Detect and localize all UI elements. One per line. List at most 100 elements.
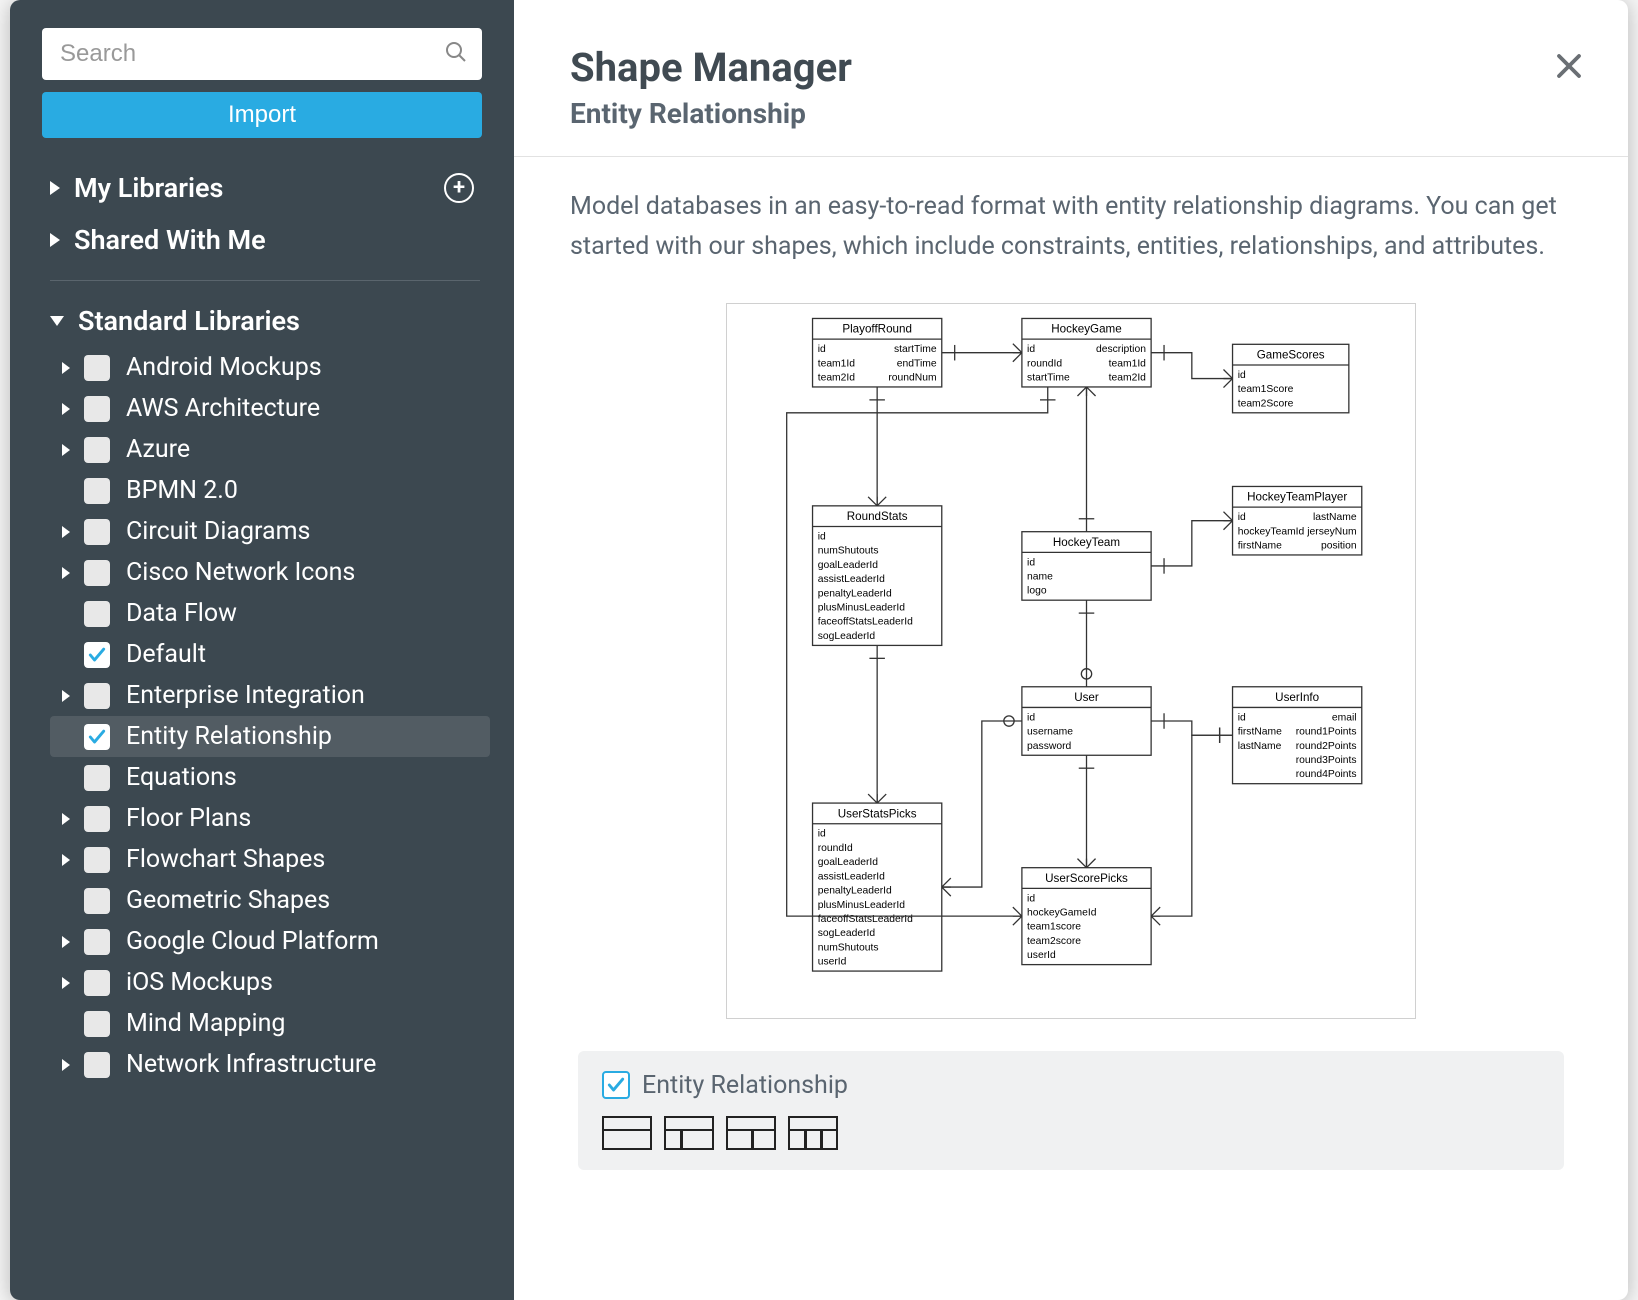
library-checkbox[interactable] — [84, 888, 110, 914]
svg-text:team1Id: team1Id — [1109, 358, 1147, 369]
library-description: Model databases in an easy-to-read forma… — [570, 187, 1572, 267]
entity-shape-2[interactable] — [664, 1116, 714, 1150]
svg-text:numShutouts: numShutouts — [818, 546, 879, 557]
main-header: Shape Manager Entity Relationship — [514, 0, 1628, 157]
svg-text:User: User — [1074, 691, 1099, 704]
library-checkbox[interactable] — [84, 642, 110, 668]
svg-text:jerseyNum: jerseyNum — [1306, 526, 1356, 537]
library-item[interactable]: Default — [50, 634, 490, 675]
svg-text:lastName: lastName — [1313, 512, 1357, 523]
entity-shape-4[interactable] — [788, 1116, 838, 1150]
library-item[interactable]: BPMN 2.0 — [50, 470, 490, 511]
chevron-right-icon — [62, 403, 70, 415]
library-checkbox[interactable] — [84, 847, 110, 873]
svg-text:penaltyLeaderId: penaltyLeaderId — [818, 588, 892, 599]
library-item[interactable]: Floor Plans — [50, 798, 490, 839]
search-input[interactable] — [42, 28, 482, 80]
main-body: Model databases in an easy-to-read forma… — [514, 157, 1628, 1300]
svg-text:round4Points: round4Points — [1296, 769, 1357, 780]
library-item[interactable]: Google Cloud Platform — [50, 921, 490, 962]
library-checkbox[interactable] — [84, 765, 110, 791]
import-button[interactable]: Import — [42, 92, 482, 138]
library-item[interactable]: Data Flow — [50, 593, 490, 634]
library-checkbox[interactable] — [84, 1052, 110, 1078]
svg-text:numShutouts: numShutouts — [818, 942, 879, 953]
entity-shape-1[interactable] — [602, 1116, 652, 1150]
svg-text:userId: userId — [1027, 950, 1056, 961]
entity-shape-3[interactable] — [726, 1116, 776, 1150]
library-checkbox[interactable] — [84, 724, 110, 750]
svg-text:team1Score: team1Score — [1238, 384, 1294, 395]
library-item[interactable]: Network Infrastructure — [50, 1044, 490, 1085]
add-library-icon[interactable]: + — [444, 173, 474, 203]
library-item[interactable]: iOS Mockups — [50, 962, 490, 1003]
library-label: Mind Mapping — [126, 1009, 285, 1038]
svg-text:team2Score: team2Score — [1238, 398, 1294, 409]
chevron-right-icon — [62, 1059, 70, 1071]
library-checkbox[interactable] — [84, 437, 110, 463]
library-item[interactable]: Equations — [50, 757, 490, 798]
svg-text:team2Id: team2Id — [818, 372, 856, 383]
library-item[interactable]: Flowchart Shapes — [50, 839, 490, 880]
svg-text:id: id — [1027, 893, 1035, 904]
svg-text:username: username — [1027, 727, 1073, 738]
svg-text:assistLeaderId: assistLeaderId — [818, 574, 885, 585]
library-checkbox[interactable] — [84, 929, 110, 955]
chevron-right-icon — [62, 936, 70, 948]
library-checkbox[interactable] — [84, 970, 110, 996]
svg-text:PlayoffRound: PlayoffRound — [842, 323, 912, 336]
shape-group-panel: Entity Relationship — [578, 1051, 1564, 1170]
svg-text:goalLeaderId: goalLeaderId — [818, 560, 879, 571]
search-box — [42, 28, 482, 80]
shape-group-title: Entity Relationship — [642, 1071, 848, 1100]
er-checkbox[interactable] — [602, 1071, 630, 1099]
library-checkbox[interactable] — [84, 560, 110, 586]
shared-with-me-group[interactable]: Shared With Me — [50, 214, 504, 266]
chevron-right-icon — [50, 233, 60, 247]
svg-text:hockeyTeamId: hockeyTeamId — [1238, 526, 1305, 537]
library-label: Google Cloud Platform — [126, 927, 379, 956]
library-item[interactable]: AWS Architecture — [50, 388, 490, 429]
library-label: iOS Mockups — [126, 968, 273, 997]
svg-text:firstName: firstName — [1238, 540, 1282, 551]
library-checkbox[interactable] — [84, 683, 110, 709]
library-checkbox[interactable] — [84, 478, 110, 504]
library-label: AWS Architecture — [126, 394, 320, 423]
close-button[interactable] — [1554, 48, 1584, 88]
library-item[interactable]: Circuit Diagrams — [50, 511, 490, 552]
library-checkbox[interactable] — [84, 396, 110, 422]
svg-text:hockeyGameId: hockeyGameId — [1027, 908, 1097, 919]
svg-text:lastName: lastName — [1238, 741, 1282, 752]
svg-text:UserStatsPicks: UserStatsPicks — [838, 807, 917, 820]
library-item[interactable]: Azure — [50, 429, 490, 470]
shape-manager-modal: Import My Libraries + Shared With Me Sta… — [10, 0, 1628, 1300]
library-item[interactable]: Android Mockups — [50, 347, 490, 388]
svg-text:UserInfo: UserInfo — [1275, 691, 1319, 704]
shared-with-me-label: Shared With Me — [74, 224, 266, 256]
library-checkbox[interactable] — [84, 1011, 110, 1037]
library-checkbox[interactable] — [84, 806, 110, 832]
library-checkbox[interactable] — [84, 355, 110, 381]
library-item[interactable]: Mind Mapping — [50, 1003, 490, 1044]
library-item[interactable]: Cisco Network Icons — [50, 552, 490, 593]
chevron-right-icon — [62, 854, 70, 866]
library-label: Geometric Shapes — [126, 886, 330, 915]
library-checkbox[interactable] — [84, 519, 110, 545]
library-label: Flowchart Shapes — [126, 845, 325, 874]
library-item[interactable]: Geometric Shapes — [50, 880, 490, 921]
svg-text:startTime: startTime — [894, 344, 937, 355]
library-label: Floor Plans — [126, 804, 251, 833]
svg-text:userId: userId — [818, 957, 847, 968]
svg-text:HockeyTeamPlayer: HockeyTeamPlayer — [1247, 491, 1347, 504]
standard-libraries-group[interactable]: Standard Libraries — [50, 295, 504, 347]
library-item[interactable]: Enterprise Integration — [50, 675, 490, 716]
shape-group-header: Entity Relationship — [602, 1071, 1540, 1100]
svg-text:sogLeaderId: sogLeaderId — [818, 928, 876, 939]
library-item[interactable]: Entity Relationship — [50, 716, 490, 757]
chevron-down-icon — [50, 316, 64, 326]
svg-text:GameScores: GameScores — [1257, 349, 1325, 362]
shape-icons-row — [602, 1116, 1540, 1150]
svg-text:plusMinusLeaderId: plusMinusLeaderId — [818, 603, 906, 614]
library-checkbox[interactable] — [84, 601, 110, 627]
my-libraries-group[interactable]: My Libraries + — [50, 162, 504, 214]
